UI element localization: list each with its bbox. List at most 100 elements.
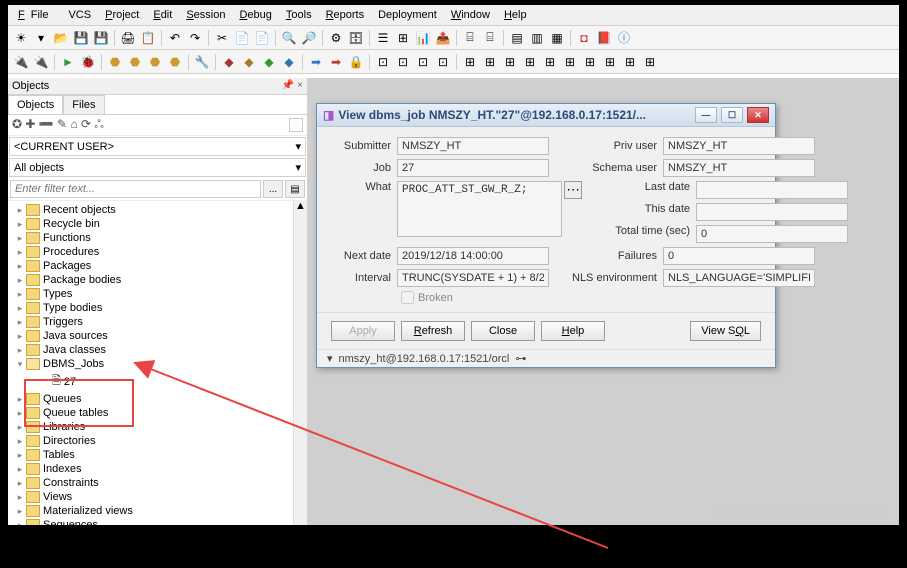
sheet-icon[interactable]: 📊 [414, 29, 432, 47]
field-what[interactable] [397, 181, 562, 237]
menu-file[interactable]: FFile [12, 7, 60, 23]
dropdown-icon[interactable]: ▾ [32, 29, 50, 47]
view-sql-button[interactable]: View SQL [690, 321, 761, 341]
sql2-icon[interactable]: ⌸ [481, 29, 499, 47]
apply-button[interactable]: Apply [331, 321, 395, 341]
grid-icon[interactable]: ⊞ [394, 29, 412, 47]
pdf-icon[interactable]: 📕 [595, 29, 613, 47]
folder-icon[interactable]: 📂 [52, 29, 70, 47]
tree-item[interactable]: ▸Types [12, 287, 293, 301]
p4-icon[interactable]: ⊞ [521, 53, 539, 71]
doc-icon[interactable]: 📄 [253, 29, 271, 47]
list-icon[interactable]: ☰ [374, 29, 392, 47]
print-icon[interactable]: 🖨 [119, 29, 137, 47]
status-twist-icon[interactable]: ▾ [327, 352, 333, 365]
close-button[interactable]: ✕ [747, 107, 769, 123]
field-job[interactable] [397, 159, 549, 177]
tab-objects[interactable]: Objects [8, 95, 63, 114]
tree-scrollbar[interactable]: ▲ [293, 200, 307, 525]
help-button[interactable]: Help [541, 321, 605, 341]
field-nextdate[interactable] [397, 247, 549, 265]
sql-icon[interactable]: ⌸ [461, 29, 479, 47]
field-schemauser[interactable] [663, 159, 815, 177]
p7-icon[interactable]: ⊞ [581, 53, 599, 71]
tree-item[interactable]: ▸Type bodies [12, 301, 293, 315]
tree-item[interactable]: ▸Queue tables [12, 406, 293, 420]
tree-item[interactable]: ▸Recycle bin [12, 217, 293, 231]
cut-icon[interactable]: ✂ [213, 29, 231, 47]
step1-icon[interactable]: ⬣ [106, 53, 124, 71]
filter-more-button[interactable]: ... [263, 180, 283, 198]
stop1-icon[interactable]: ◆ [220, 53, 238, 71]
close-dlg-button[interactable]: Close [471, 321, 535, 341]
dbg-icon[interactable]: 🐞 [79, 53, 97, 71]
field-nlsenv[interactable] [663, 269, 815, 287]
p1-icon[interactable]: ⊞ [461, 53, 479, 71]
tree-item[interactable]: ▸Package bodies [12, 273, 293, 287]
panel-close-icon[interactable]: × [297, 80, 303, 91]
redo-icon[interactable]: ↷ [186, 29, 204, 47]
tree-item[interactable]: ▸Materialized views [12, 504, 293, 518]
m2-icon[interactable]: ⊡ [394, 53, 412, 71]
stop3-icon[interactable]: ◆ [260, 53, 278, 71]
m4-icon[interactable]: ⊡ [434, 53, 452, 71]
minimize-button[interactable]: — [695, 107, 717, 123]
plug-icon[interactable]: 🔌 [12, 53, 30, 71]
tree-item[interactable]: ▸Java classes [12, 343, 293, 357]
p8-icon[interactable]: ⊞ [601, 53, 619, 71]
save-icon[interactable]: 💾 [72, 29, 90, 47]
tree-item[interactable]: ▸Tables [12, 448, 293, 462]
tree-item[interactable]: ▸Indexes [12, 462, 293, 476]
field-thisdate[interactable] [696, 203, 848, 221]
tree-item[interactable]: ▸Sequences [12, 518, 293, 525]
tree-item[interactable]: ▸Java sources [12, 329, 293, 343]
pin-icon[interactable]: 📌 [282, 80, 294, 91]
info-icon[interactable]: ⓘ [615, 29, 633, 47]
tree-item[interactable]: ▸Queues [12, 392, 293, 406]
lock-icon[interactable]: 🔒 [347, 53, 365, 71]
run-icon[interactable]: ► [59, 53, 77, 71]
menu-edit[interactable]: Edit [147, 7, 178, 23]
refresh-button[interactable]: Refresh [401, 321, 465, 341]
step4-icon[interactable]: ⬣ [166, 53, 184, 71]
undo-icon[interactable]: ↶ [166, 29, 184, 47]
arrow1-icon[interactable]: ➡ [307, 53, 325, 71]
tree-item[interactable]: ▸Recent objects [12, 203, 293, 217]
arrow2-icon[interactable]: ➡ [327, 53, 345, 71]
field-submitter[interactable] [397, 137, 549, 155]
field-totaltime[interactable] [696, 225, 848, 243]
what-expand-button[interactable]: ⋯ [564, 181, 582, 199]
menu-reports[interactable]: Reports [320, 7, 371, 23]
field-lastdate[interactable] [696, 181, 848, 199]
menu-tools[interactable]: Tools [280, 7, 318, 23]
menu-vcs[interactable]: VCS [62, 7, 97, 23]
tree-subitem[interactable]: 🗎27 [12, 371, 293, 392]
step2-icon[interactable]: ⬣ [126, 53, 144, 71]
p6-icon[interactable]: ⊞ [561, 53, 579, 71]
tree-item[interactable]: ▸Libraries [12, 420, 293, 434]
tree-item[interactable]: ▸Packages [12, 259, 293, 273]
win3-icon[interactable]: ▦ [548, 29, 566, 47]
saveall-icon[interactable]: 💾 [92, 29, 110, 47]
maximize-button[interactable]: ☐ [721, 107, 743, 123]
menu-window[interactable]: Window [445, 7, 496, 23]
tree-item[interactable]: ▸Triggers [12, 315, 293, 329]
stop2-icon[interactable]: ◆ [240, 53, 258, 71]
tree-item[interactable]: ▸Views [12, 490, 293, 504]
p5-icon[interactable]: ⊞ [541, 53, 559, 71]
plug2-icon[interactable]: 🔌 [32, 53, 50, 71]
wrench-icon[interactable]: 🔧 [193, 53, 211, 71]
tree-item[interactable]: ▸Directories [12, 434, 293, 448]
gear-icon[interactable]: ⚙ [327, 29, 345, 47]
find-icon[interactable]: 🔍 [280, 29, 298, 47]
step3-icon[interactable]: ⬣ [146, 53, 164, 71]
menu-deployment[interactable]: Deployment [372, 7, 443, 23]
all-objects-selector[interactable]: All objects▾ [9, 158, 306, 177]
field-interval[interactable] [397, 269, 549, 287]
filter-clear-button[interactable]: ▤ [285, 180, 305, 198]
user-selector[interactable]: <CURRENT USER>▾ [9, 137, 306, 156]
broken-checkbox[interactable] [401, 291, 414, 304]
p9-icon[interactable]: ⊞ [621, 53, 639, 71]
tree-item[interactable]: ▾DBMS_Jobs [12, 357, 293, 371]
tree-item[interactable]: ▸Constraints [12, 476, 293, 490]
